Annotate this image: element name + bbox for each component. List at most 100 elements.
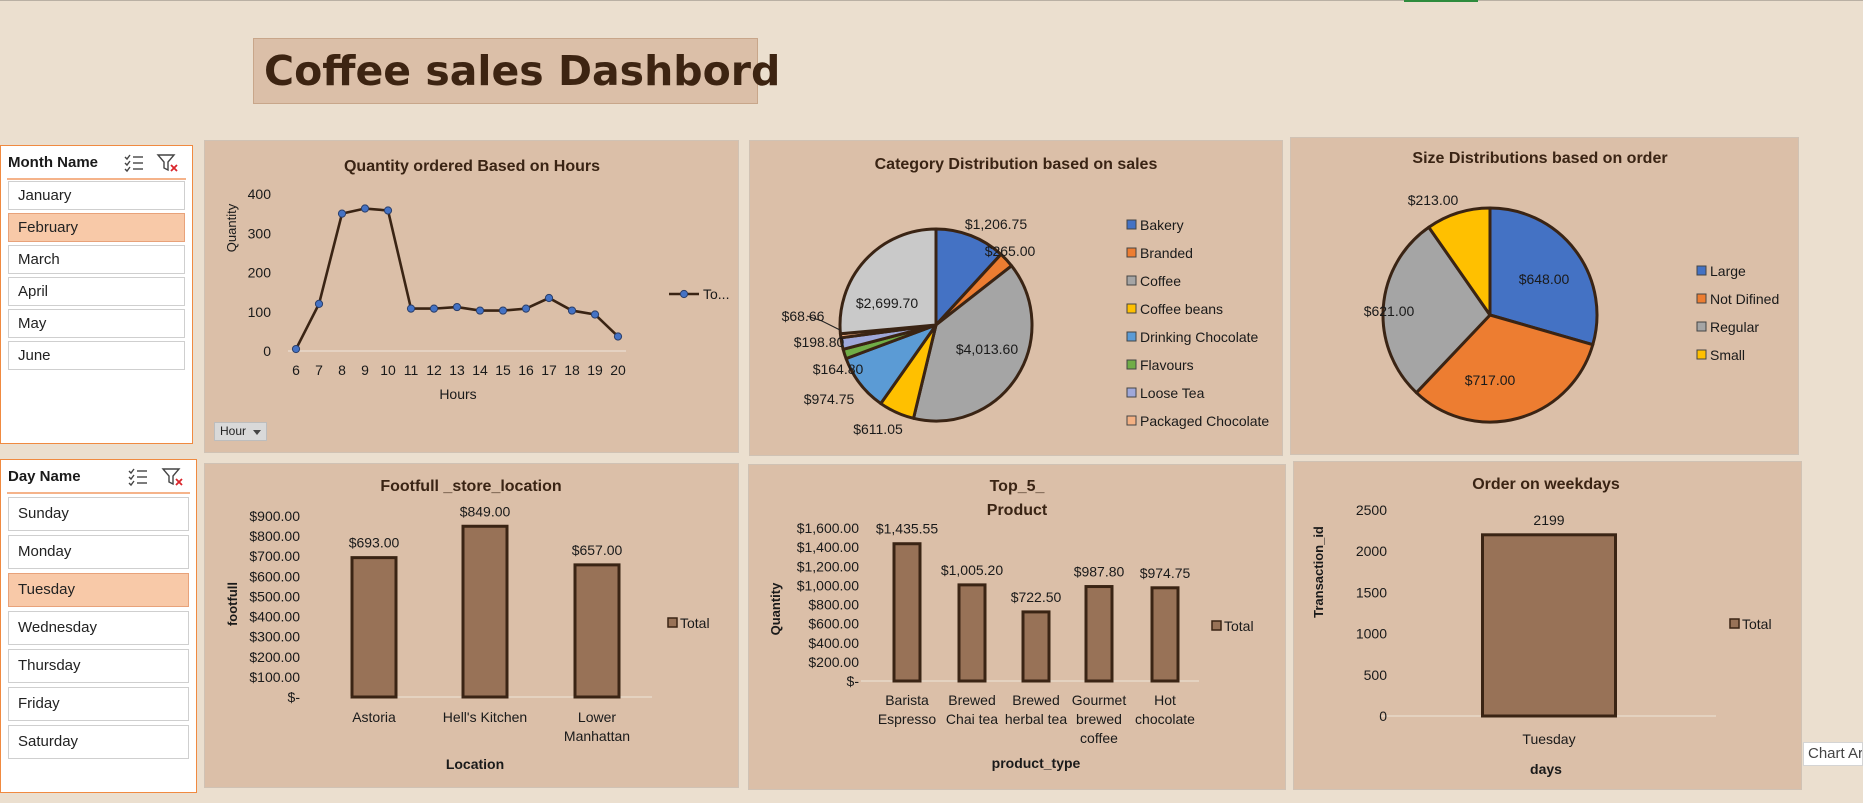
day-item-wednesday[interactable]: Wednesday [8, 611, 189, 645]
month-item-may[interactable]: May [8, 309, 185, 338]
data-point [613, 332, 623, 341]
legend-label: Small [1710, 347, 1745, 363]
y-tick-label: $200.00 [249, 649, 300, 665]
category-chart[interactable]: Category Distribution based on sales $1,2… [749, 140, 1283, 456]
month-item-february[interactable]: February [8, 213, 185, 242]
legend-swatch [1126, 387, 1137, 398]
x-tick-label: coffee [1080, 730, 1118, 746]
month-slicer-title: Month Name [8, 154, 98, 171]
day-slicer-divider [7, 492, 190, 494]
month-item-april[interactable]: April [8, 277, 185, 306]
size-chart[interactable]: Size Distributions based on order $648.00… [1290, 137, 1799, 455]
chart-title: Product [987, 502, 1048, 519]
month-item-january[interactable]: January [8, 181, 185, 210]
x-axis-label: days [1530, 761, 1562, 777]
legend-label: Total [1742, 616, 1772, 632]
chart-title: Category Distribution based on sales [875, 156, 1158, 173]
category-chart-svg: Category Distribution based on sales $1,2… [782, 156, 1270, 437]
day-item-monday[interactable]: Monday [8, 535, 189, 569]
day-item-tuesday[interactable]: Tuesday [8, 573, 189, 607]
hour-filter-button[interactable]: Hour [214, 422, 267, 441]
x-axis-label: product_type [992, 755, 1081, 771]
data-label: $693.00 [349, 535, 400, 551]
legend-label: Not Difined [1710, 291, 1779, 307]
data-label: $1,005.20 [941, 562, 1003, 578]
legend-label: To... [703, 286, 729, 302]
x-tick-label: 8 [338, 362, 346, 378]
legend-label: Regular [1710, 319, 1759, 335]
y-tick-label: $1,200.00 [797, 558, 859, 574]
day-item-thursday[interactable]: Thursday [8, 649, 189, 683]
x-tick-label: Barista [885, 692, 929, 708]
bar [350, 556, 398, 699]
x-tick-label: herbal tea [1005, 711, 1067, 727]
month-slicer[interactable]: Month Name January February March April … [0, 145, 193, 444]
y-tick-label: $800.00 [249, 528, 300, 544]
data-point [337, 209, 347, 218]
legend-swatch [1211, 620, 1222, 631]
day-slicer[interactable]: Day Name Sunday Monday Tuesday Wednesday… [0, 459, 197, 793]
legend-swatch [1696, 349, 1707, 360]
multi-select-icon[interactable] [126, 466, 150, 488]
legend-marker [679, 289, 689, 299]
x-tick-label: Gourmet [1072, 692, 1127, 708]
x-tick-label: Tuesday [1522, 731, 1575, 747]
month-item-march[interactable]: March [8, 245, 185, 274]
data-label: $648.00 [1519, 271, 1570, 287]
day-item-saturday[interactable]: Saturday [8, 725, 189, 759]
data-point [314, 299, 324, 308]
clear-filter-icon[interactable] [156, 152, 180, 174]
y-tick-label: 100 [248, 304, 272, 320]
data-point [475, 306, 485, 315]
multi-select-icon[interactable] [122, 152, 146, 174]
ribbon-accent [1404, 0, 1478, 2]
data-point [429, 304, 439, 313]
data-label: $164.80 [813, 361, 864, 377]
weekdays-chart[interactable]: Order on weekdays Transaction_id days 2500 2… [1293, 461, 1802, 790]
x-tick-label: Brewed [1012, 692, 1059, 708]
x-tick-label: Espresso [878, 711, 937, 727]
series-line [294, 207, 619, 350]
x-tick-label: 13 [449, 362, 465, 378]
legend-swatch [1729, 618, 1740, 629]
y-tick-label: $1,400.00 [797, 539, 859, 555]
footfall-chart[interactable]: Footfull _store_location footfull Location… [204, 463, 739, 788]
data-label: $974.75 [1140, 565, 1191, 581]
legend-label: Large [1710, 263, 1746, 279]
legend-label: Bakery [1140, 217, 1184, 233]
y-tick-label: $400.00 [808, 635, 859, 651]
y-tick-label: 0 [1379, 708, 1387, 724]
data-point [383, 206, 393, 215]
chart-title: Footfull _store_location [380, 478, 561, 495]
data-label: $1,435.55 [876, 521, 938, 537]
dashboard-title-box[interactable]: Coffee sales Dashbord [253, 38, 780, 104]
top5-chart[interactable]: Top_5_ Product Quantity product_type $1,600.… [748, 464, 1286, 790]
legend-swatch [1126, 331, 1137, 342]
y-tick-label: $1,600.00 [797, 520, 859, 536]
weekdays-chart-svg: Order on weekdays Transaction_iddays 2500 2… [1311, 476, 1772, 777]
x-tick-label: 9 [361, 362, 369, 378]
y-tick-label: $500.00 [249, 588, 300, 604]
clear-filter-icon[interactable] [161, 466, 185, 488]
chart-title: Quantity ordered Based on Hours [344, 158, 600, 175]
legend-swatch [1126, 359, 1137, 370]
data-point [544, 293, 554, 303]
day-item-sunday[interactable]: Sunday [8, 497, 189, 531]
y-tick-label: $- [847, 673, 860, 689]
hours-chart[interactable]: Quantity ordered Based on Hours Quantity H… [204, 140, 739, 453]
x-tick-label: 20 [610, 362, 626, 378]
y-tick-label: $400.00 [249, 609, 300, 625]
data-label: $2,699.70 [856, 295, 918, 311]
data-point [590, 310, 600, 319]
x-tick-label: Hell's Kitchen [443, 709, 527, 725]
x-tick-label: brewed [1076, 711, 1122, 727]
data-point [360, 204, 370, 213]
x-tick-label: 17 [541, 362, 557, 378]
month-item-june[interactable]: June [8, 341, 185, 370]
x-tick-label: chocolate [1135, 711, 1195, 727]
day-item-friday[interactable]: Friday [8, 687, 189, 721]
data-label: $849.00 [460, 503, 511, 519]
y-tick-label: $100.00 [249, 669, 300, 685]
x-tick-label: Chai tea [946, 711, 998, 727]
data-point [521, 304, 531, 313]
